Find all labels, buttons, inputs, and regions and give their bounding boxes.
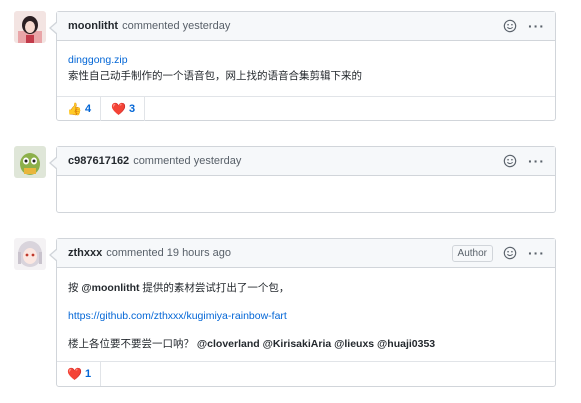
heart-icon: ❤️ [111, 102, 127, 116]
comment-card: zthxxx commented 19 hours ago Author ···… [49, 238, 556, 387]
reaction-heart[interactable]: ❤️ 1 [57, 362, 102, 386]
author-badge: Author [451, 244, 493, 262]
user-mentions[interactable]: @cloverland @KirisakiAria @lieuxs @huaji… [197, 338, 435, 350]
comment-card: c987617162 commented yesterday ··· [49, 146, 556, 213]
avatar-zthxxx[interactable] [14, 238, 46, 270]
reaction-count: 1 [84, 368, 92, 380]
repo-link[interactable]: https://github.com/zthxxx/kugimiya-rainb… [68, 310, 287, 322]
more-options-icon[interactable]: ··· [528, 246, 545, 260]
reactions-bar: 👍 4 ❤️ 3 [57, 96, 555, 121]
reaction-heart[interactable]: ❤️ 3 [101, 97, 146, 121]
comment-author[interactable]: c987617162 [68, 155, 129, 167]
comment-timestamp[interactable]: commented 19 hours ago [106, 247, 231, 259]
comment-body: 按 @moonlitht 提供的素材尝试打出了一个包， https://gith… [57, 268, 555, 361]
comment-header: zthxxx commented 19 hours ago Author ··· [57, 239, 555, 268]
add-reaction-icon[interactable] [503, 19, 517, 33]
add-reaction-icon[interactable] [503, 246, 517, 260]
comment-paragraph: 按 @moonlitht 提供的素材尝试打出了一个包， [68, 280, 544, 296]
comment-body [57, 176, 555, 187]
comment-author[interactable]: zthxxx [68, 247, 102, 259]
comment-card: moonlitht commented yesterday ··· dinggo… [49, 11, 556, 121]
comment-text: 提供的素材尝试打出了一个包， [139, 282, 290, 294]
heart-icon: ❤️ [67, 367, 82, 381]
avatar-image [14, 11, 46, 43]
more-options-icon[interactable]: ··· [528, 19, 545, 33]
avatar-c987617162[interactable] [14, 146, 46, 178]
comment-paragraph: 楼上各位要不要尝一口呐？ @cloverland @KirisakiAria @… [68, 336, 544, 352]
add-reaction-icon[interactable] [503, 154, 517, 168]
comment-paragraph: https://github.com/zthxxx/kugimiya-rainb… [68, 308, 544, 324]
comment-text: 楼上各位要不要尝一口呐？ [68, 338, 197, 350]
comment-text: 索性自己动手制作的一个语音包，网上找的语音合集剪辑下来的 [68, 70, 362, 82]
reaction-count: 3 [129, 103, 136, 115]
comment-timestamp[interactable]: commented yesterday [122, 20, 230, 32]
more-options-icon[interactable]: ··· [528, 154, 545, 168]
comment-author[interactable]: moonlitht [68, 20, 118, 32]
comment-text: 按 [68, 282, 82, 294]
attachment-link[interactable]: dinggong.zip [68, 54, 128, 66]
avatar-image [14, 238, 46, 270]
reactions-bar: ❤️ 1 [57, 361, 555, 386]
reaction-count: 4 [84, 103, 92, 115]
thumbs-up-icon: 👍 [67, 102, 82, 116]
reaction-thumbs-up[interactable]: 👍 4 [57, 97, 102, 121]
comment-header: moonlitht commented yesterday ··· [57, 12, 555, 41]
avatar-image [14, 146, 46, 178]
comment-header: c987617162 commented yesterday ··· [57, 147, 555, 176]
user-mention[interactable]: @moonlitht [81, 282, 139, 294]
avatar-moonlitht[interactable] [14, 11, 46, 43]
comment-timestamp[interactable]: commented yesterday [133, 155, 241, 167]
comment-body: dinggong.zip 索性自己动手制作的一个语音包，网上找的语音合集剪辑下来… [57, 41, 555, 96]
